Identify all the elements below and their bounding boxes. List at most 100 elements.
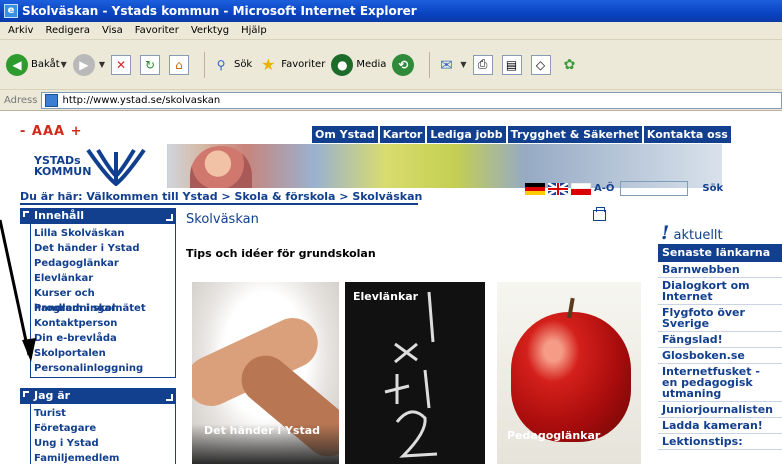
right-link[interactable]: Lektionstips: <box>658 434 782 450</box>
uk-flag-icon[interactable] <box>548 182 568 195</box>
aktuellt-mark: ! <box>661 222 670 244</box>
link-ung-i-ystad[interactable]: Ung i Ystad <box>31 436 175 451</box>
mail-icon: ✉ <box>440 55 453 74</box>
link-pedagoglankar[interactable]: Pedagoglänkar <box>31 256 175 271</box>
innehall-heading-text: Innehåll <box>34 209 85 222</box>
window-titlebar: e Skolväskan - Ystads kommun - Microsoft… <box>0 0 782 22</box>
nav-lediga-jobb[interactable]: Lediga jobb <box>425 126 506 143</box>
link-e-brevlada[interactable]: Din e-brevlåda <box>31 331 175 346</box>
back-button[interactable]: ◀ Bakåt ▼ <box>6 53 67 76</box>
print-icon[interactable] <box>593 207 606 221</box>
nav-trygghet[interactable]: Trygghet & Säkerhet <box>505 126 642 143</box>
text-size-control[interactable]: - AAA + <box>20 124 83 139</box>
ie-icon: e <box>4 4 18 18</box>
tile-elevlankar[interactable]: Elevlänkar <box>345 282 485 464</box>
link-lilla-skolvaskan[interactable]: Lilla Skolväskan <box>31 226 175 241</box>
link-elevlankar[interactable]: Elevlänkar <box>31 271 175 286</box>
star-icon: ★ <box>261 55 276 74</box>
link-familjemedlem[interactable]: Familjemedlem <box>31 451 175 464</box>
menu-visa[interactable]: Visa <box>96 25 129 36</box>
history-icon: ⟲ <box>392 53 415 76</box>
nav-kontakta-oss[interactable]: Kontakta oss <box>641 126 731 143</box>
apple-image <box>511 312 631 442</box>
toolbar-separator <box>203 51 205 78</box>
tile-det-hander[interactable]: Det händer i Ystad <box>192 282 339 464</box>
right-link[interactable]: Juniorjournalisten <box>658 402 782 418</box>
back-arrow-icon: ◀ <box>6 53 28 76</box>
history-button[interactable]: ⟲ <box>392 53 417 76</box>
right-link[interactable]: Glosboken.se <box>658 348 782 364</box>
a-o-link[interactable]: A-Ö <box>594 183 614 194</box>
nav-kartor[interactable]: Kartor <box>377 126 426 143</box>
link-program[interactable]: Program i skolnätet <box>31 301 175 316</box>
right-link[interactable]: Barnwebben <box>658 262 782 278</box>
latest-links: Senaste länkarna Barnwebben Dialogkort o… <box>658 244 782 450</box>
favorites-label: Favoriter <box>281 59 326 70</box>
polish-flag-icon[interactable] <box>571 182 591 195</box>
jag-ar-heading-text: Jag är <box>34 389 71 402</box>
refresh-button[interactable]: ↻ <box>139 54 163 75</box>
edit-icon: ▤ <box>501 54 522 75</box>
menu-redigera[interactable]: Redigera <box>39 25 96 36</box>
tile-caption: Pedagoglänkar <box>507 429 601 442</box>
mail-button[interactable]: ✉ ▼ <box>436 55 466 75</box>
site-search-input[interactable] <box>620 181 689 196</box>
edit-button[interactable]: ▤ <box>501 54 525 75</box>
innehall-heading: Innehåll <box>20 208 176 224</box>
address-label: Adress <box>4 94 38 106</box>
toolbar-separator <box>429 51 431 78</box>
right-link[interactable]: Internetfusket - en pedagogisk utmaning <box>658 364 782 402</box>
search-label: Sök <box>233 59 253 70</box>
home-icon: ⌂ <box>168 54 189 75</box>
nav-om-ystad[interactable]: Om Ystad <box>310 126 378 143</box>
innehall-list: Lilla Skolväskan Det händer i Ystad Peda… <box>30 224 176 378</box>
chevron-down-icon: ▼ <box>98 60 105 69</box>
link-turist[interactable]: Turist <box>31 406 175 421</box>
tile-pedagoglankar[interactable]: Pedagoglänkar <box>497 282 641 464</box>
messenger-button[interactable]: ✿ <box>560 55 583 75</box>
forward-button[interactable]: ▶ ▼ <box>72 53 105 76</box>
banner-photo-child <box>190 146 252 188</box>
language-bar: A-Ö Sök <box>525 181 723 196</box>
web-page: - AAA + Om Ystad Kartor Lediga jobb Tryg… <box>0 111 782 464</box>
search-icon: ⚲ <box>216 57 226 72</box>
page-icon <box>45 93 59 107</box>
right-link[interactable]: Flygfoto över Sverige <box>658 305 782 332</box>
link-foretagare[interactable]: Företagare <box>31 421 175 436</box>
site-search-button[interactable]: Sök <box>702 183 723 194</box>
media-button[interactable]: ● Media <box>331 53 386 76</box>
chalk-math-icon <box>384 291 438 458</box>
forward-arrow-icon: ▶ <box>72 53 95 76</box>
link-det-hander[interactable]: Det händer i Ystad <box>31 241 175 256</box>
link-personalinloggning[interactable]: Personalinloggning <box>31 361 175 376</box>
print-button[interactable]: ⎙ <box>472 54 496 75</box>
refresh-icon: ↻ <box>139 54 160 75</box>
right-link[interactable]: Dialogkort om Internet <box>658 278 782 305</box>
jag-ar-heading: Jag är <box>20 388 176 404</box>
search-button[interactable]: ⚲ Sök <box>211 55 253 75</box>
link-skolportalen[interactable]: Skolportalen <box>31 346 175 361</box>
corner-mark-icon <box>23 211 29 217</box>
address-bar: Adress http://www.ystad.se/skolvaskan <box>0 90 782 111</box>
favorites-button[interactable]: ★ Favoriter <box>258 55 325 75</box>
link-kontaktperson[interactable]: Kontaktperson <box>31 316 175 331</box>
logo-line2: KOMMUN <box>34 165 92 178</box>
right-link[interactable]: Ladda kameran! <box>658 418 782 434</box>
page-subtitle: Tips och idéer för grundskolan <box>186 247 376 260</box>
german-flag-icon[interactable] <box>525 182 545 195</box>
ystad-logo[interactable]: YSTADs KOMMUN <box>20 144 168 188</box>
address-input[interactable]: http://www.ystad.se/skolvaskan <box>41 91 782 109</box>
top-navigation: Om Ystad Kartor Lediga jobb Trygghet & S… <box>310 126 731 143</box>
menu-hjalp[interactable]: Hjälp <box>235 25 273 36</box>
right-link[interactable]: Fängslad! <box>658 332 782 348</box>
link-kurser[interactable]: Kurser och handledningar <box>31 286 175 314</box>
home-button[interactable]: ⌂ <box>168 54 192 75</box>
stop-button[interactable]: ✕ <box>110 54 134 75</box>
printer-icon: ⎙ <box>472 54 493 75</box>
menu-favoriter[interactable]: Favoriter <box>129 25 185 36</box>
menu-arkiv[interactable]: Arkiv <box>2 25 39 36</box>
aktuellt-label: aktuellt <box>673 228 723 243</box>
logo-mark-icon <box>86 148 146 186</box>
discuss-button[interactable]: ◇ <box>530 54 554 75</box>
menu-verktyg[interactable]: Verktyg <box>185 25 235 36</box>
